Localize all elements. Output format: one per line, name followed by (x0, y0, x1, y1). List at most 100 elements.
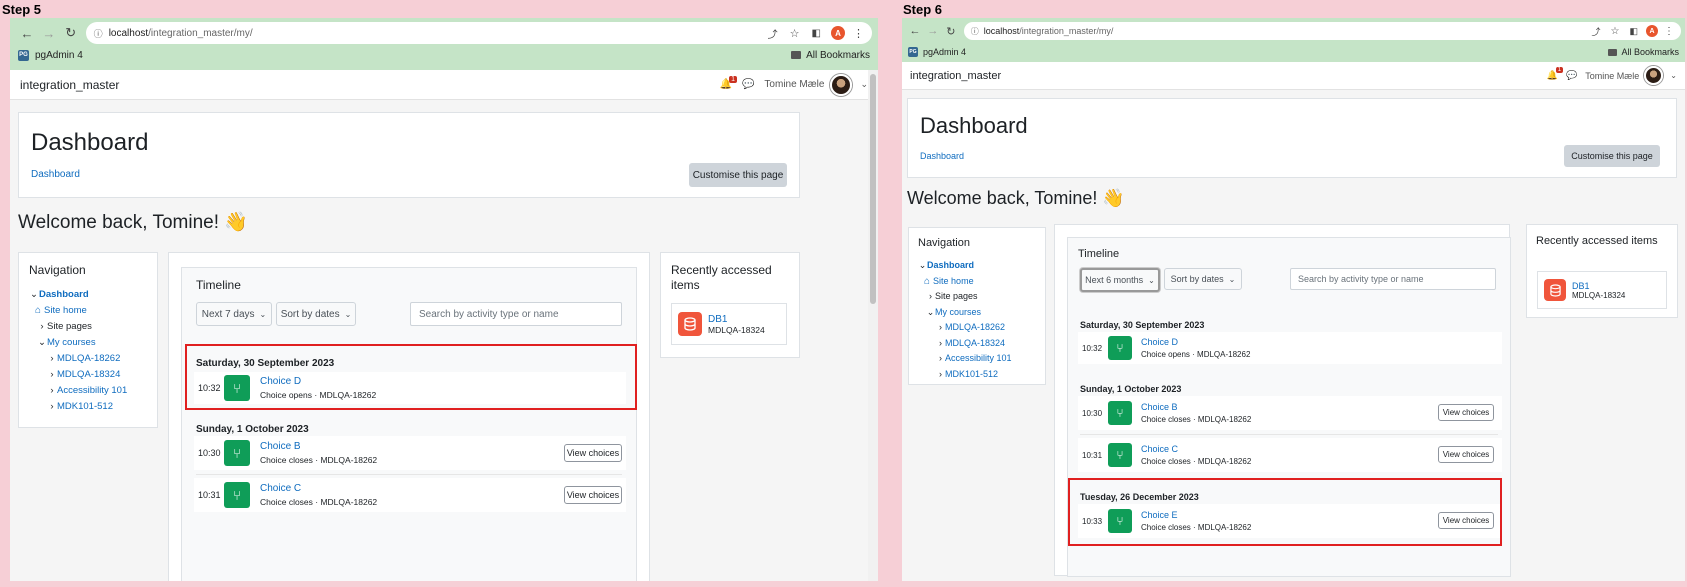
customise-page-button[interactable]: Customise this page (689, 163, 787, 187)
profile-avatar[interactable]: A (1645, 25, 1658, 37)
timeline-search-input[interactable]: Search by activity type or name (410, 302, 622, 326)
nav-my-courses[interactable]: ⌄ My courses (918, 305, 1036, 321)
menu-kebab-icon[interactable]: ⋮ (853, 27, 864, 40)
user-avatar[interactable] (830, 73, 853, 96)
notification-count: 1 (1555, 67, 1564, 73)
page-title: Dashboard (31, 129, 149, 156)
view-choices-button[interactable]: View choices (1438, 404, 1494, 421)
menu-kebab-icon[interactable]: ⋮ (1664, 26, 1674, 37)
navigation-block: Navigation ⌄ Dashboard ⌂ Site home › Site p… (908, 227, 1046, 385)
timeline-date-header: Sunday, 1 October 2023 (196, 424, 309, 435)
nav-course-mdlqa-18262[interactable]: › MDLQA-18262 (918, 320, 1036, 336)
timeline-range-select[interactable]: Next 6 months ⌄ (1080, 268, 1160, 292)
scrollbar-thumb[interactable] (870, 74, 876, 304)
nav-site-pages[interactable]: › Site pages (29, 319, 147, 335)
all-bookmarks[interactable]: All Bookmarks (806, 50, 870, 61)
bookmark-star-icon[interactable]: ☆ (1611, 26, 1620, 37)
site-name[interactable]: integration_master (910, 70, 1001, 82)
bookmark-star-icon[interactable]: ☆ (790, 27, 800, 40)
step-6-screenshot: ← → ↻ ⓘ localhost/integration_master/my/… (902, 18, 1685, 581)
home-icon: ⌂ (924, 275, 931, 287)
messages-icon[interactable]: 💬 (742, 79, 754, 90)
bookmark-pgadmin[interactable]: pgAdmin 4 (35, 50, 83, 61)
folder-icon (791, 51, 802, 59)
event-title-link[interactable]: Choice D (1141, 337, 1250, 347)
notification-bell-icon[interactable]: 🔔 1 (1547, 67, 1564, 81)
reload-icon[interactable]: ↻ (60, 25, 82, 41)
user-name[interactable]: Tomine Mæle (1585, 71, 1639, 81)
recent-item-card[interactable]: DB1 MDLQA-18324 (671, 303, 787, 345)
recent-item-name[interactable]: DB1 (708, 314, 765, 325)
nav-dashboard[interactable]: ⌄ Dashboard (918, 258, 1036, 274)
page-title: Dashboard (920, 113, 1028, 138)
info-icon[interactable]: ⓘ (971, 26, 979, 37)
info-icon[interactable]: ⓘ (94, 27, 103, 40)
back-icon[interactable]: ← (16, 26, 38, 41)
forward-icon[interactable]: → (38, 26, 60, 41)
customise-page-button[interactable]: Customise this page (1564, 145, 1660, 167)
page-scrollbar[interactable] (868, 70, 878, 581)
reload-icon[interactable]: ↻ (942, 25, 960, 38)
nav-my-courses[interactable]: ⌄ My courses (29, 335, 147, 351)
timeline-sort-select[interactable]: Sort by dates ⌄ (1164, 268, 1242, 290)
nav-course-mdlqa-18324[interactable]: › MDLQA-18324 (29, 367, 147, 383)
event-title-link[interactable]: Choice C (260, 483, 377, 494)
timeline-title: Timeline (1078, 248, 1120, 260)
address-bar[interactable]: ⓘ localhost/integration_master/my/ ⤴ ☆ ◧… (963, 22, 1681, 40)
timeline-sort-select[interactable]: Sort by dates ⌄ (276, 302, 356, 326)
nav-site-pages[interactable]: › Site pages (918, 289, 1036, 305)
share-icon[interactable]: ⤴ (1591, 25, 1600, 38)
nav-course-accessibility-101[interactable]: › Accessibility 101 (918, 351, 1036, 367)
chevron-right-icon: › (50, 385, 54, 396)
chevron-right-icon: › (939, 368, 942, 379)
chevron-down-icon[interactable]: ⌄ (860, 79, 868, 90)
nav-course-mdlqa-18262[interactable]: › MDLQA-18262 (29, 351, 147, 367)
nav-site-home[interactable]: ⌂ Site home (918, 274, 1036, 290)
profile-avatar[interactable]: A (830, 26, 845, 40)
all-bookmarks[interactable]: All Bookmarks (1621, 47, 1679, 57)
bookmark-pgadmin[interactable]: pgAdmin 4 (923, 47, 966, 57)
moodle-page: integration_master 🔔 1 💬 Tomine Mæle ⌄ Da… (10, 70, 878, 581)
url-host: localhost (983, 26, 1020, 36)
side-panel-icon[interactable]: ◧ (812, 28, 821, 39)
site-name[interactable]: integration_master (20, 78, 119, 92)
forward-icon[interactable]: → (924, 25, 942, 37)
breadcrumb[interactable]: Dashboard (920, 151, 964, 161)
page-header: Dashboard Dashboard Customise this page (907, 98, 1677, 178)
user-name[interactable]: Tomine Mæle (764, 79, 824, 90)
view-choices-button[interactable]: View choices (564, 486, 622, 504)
share-icon[interactable]: ⤴ (768, 26, 778, 41)
notification-bell-icon[interactable]: 🔔 1 (720, 76, 737, 90)
event-subtitle: Choice closes · MDLQA-18262 (260, 497, 378, 507)
side-panel-icon[interactable]: ◧ (1629, 26, 1638, 37)
nav-course-accessibility-101[interactable]: › Accessibility 101 (29, 383, 147, 399)
event-title-link[interactable]: Choice B (260, 441, 377, 452)
timeline-search-input[interactable]: Search by activity type or name (1290, 268, 1496, 290)
back-icon[interactable]: ← (906, 25, 924, 37)
messages-icon[interactable]: 💬 (1566, 70, 1577, 81)
chevron-down-icon[interactable]: ⌄ (1670, 71, 1677, 80)
recent-item-card[interactable]: DB1 MDLQA-18324 (1537, 271, 1667, 309)
user-avatar[interactable] (1644, 66, 1664, 85)
url-path: /integration_master/my/ (148, 27, 253, 39)
row-divider (196, 474, 622, 475)
nav-course-mdk101-512[interactable]: › MDK101-512 (29, 399, 147, 415)
nav-dashboard[interactable]: ⌄ Dashboard (29, 287, 147, 303)
sort-select-label: Sort by dates (1170, 274, 1224, 284)
choice-activity-icon: ⑂ (1108, 443, 1132, 467)
nav-course-mdlqa-18324[interactable]: › MDLQA-18324 (918, 336, 1036, 352)
recent-item-name[interactable]: DB1 (1572, 281, 1625, 291)
address-bar[interactable]: ⓘ localhost/integration_master/my/ ⤴ ☆ ◧… (85, 22, 872, 44)
nav-label: MDLQA-18262 (57, 353, 121, 364)
moodle-page: integration_master 🔔 1 💬 Tomine Mæle ⌄ Da… (902, 62, 1685, 581)
timeline-range-select[interactable]: Next 7 days ⌄ (196, 302, 272, 326)
nav-label: MDK101-512 (57, 401, 113, 412)
nav-site-home[interactable]: ⌂ Site home (29, 303, 147, 319)
breadcrumb[interactable]: Dashboard (31, 169, 80, 180)
event-title-link[interactable]: Choice C (1141, 444, 1251, 454)
nav-course-mdk101-512[interactable]: › MDK101-512 (918, 367, 1036, 383)
view-choices-button[interactable]: View choices (564, 444, 622, 462)
choice-activity-icon: ⑂ (1108, 401, 1132, 425)
view-choices-button[interactable]: View choices (1438, 446, 1494, 463)
event-title-link[interactable]: Choice B (1141, 402, 1251, 412)
